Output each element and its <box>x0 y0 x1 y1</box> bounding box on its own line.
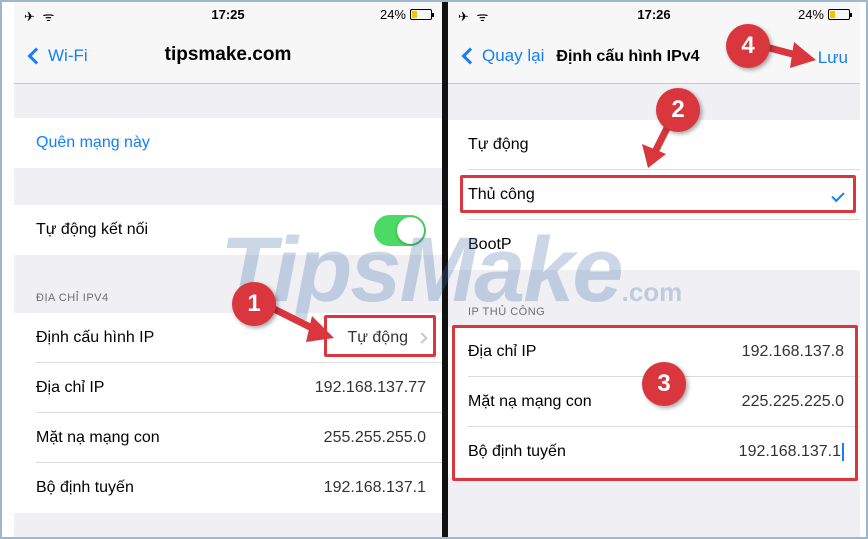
battery-percent: 24% <box>379 7 406 22</box>
subnet-mask-row: Mặt nạ mạng con 255.255.255.0 <box>14 413 442 463</box>
auto-join-toggle[interactable] <box>374 214 426 246</box>
chevron-left-icon <box>461 47 479 65</box>
router-label: Bộ định tuyến <box>36 479 134 496</box>
battery-status: 24% <box>379 7 434 22</box>
battery-status: 24% <box>797 7 852 22</box>
subnet-mask-label: Mặt nạ mạng con <box>468 393 592 410</box>
step-3-badge: 3 <box>642 362 686 406</box>
battery-icon <box>410 9 434 20</box>
subnet-mask-value: 255.255.255.0 <box>323 429 426 446</box>
ip-address-value: 192.168.137.77 <box>314 379 426 396</box>
auto-join-label: Tự động kết nối <box>36 221 149 238</box>
ip-address-label: Địa chỉ IP <box>468 343 537 360</box>
status-bar: ✈ ᯤ 17:26 24% <box>448 2 860 26</box>
manual-ip-section-header: IP THỦ CÔNG <box>468 306 546 318</box>
router-value: 192.168.137.1 <box>323 479 426 496</box>
ipv4-section-header: ĐỊA CHỈ IPV4 <box>36 292 109 304</box>
step-1-badge: 1 <box>232 282 276 326</box>
subnet-mask-label: Mặt nạ mạng con <box>36 429 160 446</box>
router-value-field[interactable]: 192.168.137.1 <box>738 442 844 461</box>
status-time: 17:25 <box>211 7 245 22</box>
manual-router-row[interactable]: Bộ định tuyến 192.168.137.1 <box>448 427 860 477</box>
chevron-right-icon <box>416 332 428 344</box>
option-bootp[interactable]: BootP <box>448 220 860 270</box>
forget-network-label: Quên mạng này <box>36 134 150 151</box>
router-label: Bộ định tuyến <box>468 443 566 460</box>
forget-network-button[interactable]: Quên mạng này <box>14 118 442 168</box>
auto-join-row: Tự động kết nối <box>14 205 442 255</box>
option-manual-label: Thủ công <box>468 186 535 203</box>
configure-ip-row[interactable]: Định cấu hình IP Tự động <box>14 313 442 363</box>
wifi-detail-screen: ✈ ᯤ 17:25 24% Wi-Fi tipsmake.com Quên mạ… <box>14 2 442 537</box>
option-automatic-label: Tự động <box>468 136 529 153</box>
subnet-mask-value: 225.225.225.0 <box>741 393 844 410</box>
battery-icon <box>828 9 852 20</box>
configure-ipv4-screen: ✈ ᯤ 17:26 24% Quay lại Định cấu hình IPv… <box>448 2 860 537</box>
save-button[interactable]: Lưu <box>818 48 848 68</box>
step-2-badge: 2 <box>656 88 700 132</box>
ip-address-label: Địa chỉ IP <box>36 379 105 396</box>
checkmark-icon <box>831 188 845 202</box>
router-row: Bộ định tuyến 192.168.137.1 <box>14 463 442 513</box>
battery-percent: 24% <box>797 7 824 22</box>
text-cursor <box>842 442 844 461</box>
page-title: Định cấu hình IPv4 <box>556 48 700 65</box>
page-title: tipsmake.com <box>164 44 292 65</box>
option-bootp-label: BootP <box>468 236 512 253</box>
status-bar: ✈ ᯤ 17:25 24% <box>14 2 442 26</box>
ip-address-row: Địa chỉ IP 192.168.137.77 <box>14 363 442 413</box>
option-manual[interactable]: Thủ công <box>448 170 860 220</box>
navigation-bar: Wi-Fi tipsmake.com <box>14 26 442 84</box>
router-value: 192.168.137.1 <box>738 443 841 461</box>
ip-address-value: 192.168.137.8 <box>741 343 844 360</box>
navigation-bar: Quay lại Định cấu hình IPv4 Lưu <box>448 26 860 84</box>
configure-ip-label: Định cấu hình IP <box>36 329 155 346</box>
option-automatic[interactable]: Tự động <box>448 120 860 170</box>
configure-ip-value: Tự động <box>347 329 408 346</box>
step-4-badge: 4 <box>726 24 770 68</box>
